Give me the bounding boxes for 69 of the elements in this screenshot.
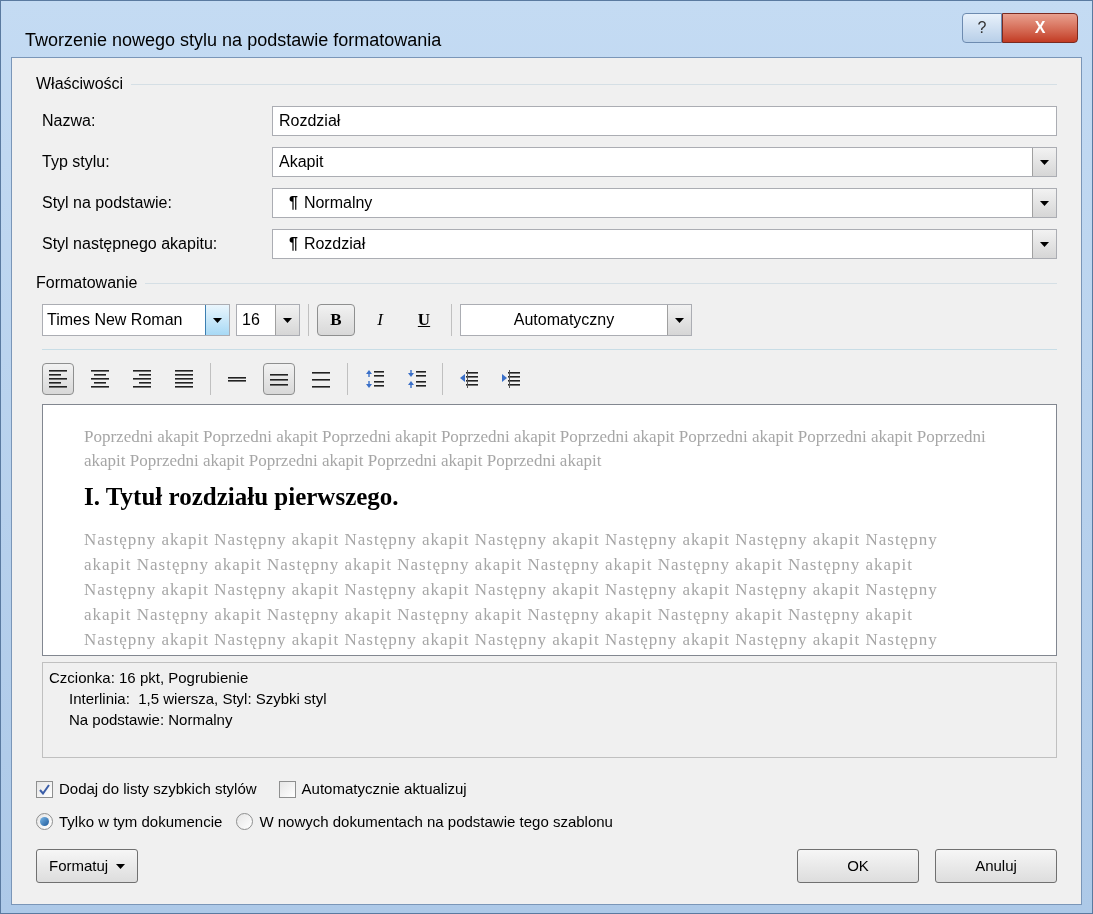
bold-button[interactable]: B xyxy=(317,304,355,336)
dropdown-button[interactable] xyxy=(205,305,229,335)
underline-button[interactable]: U xyxy=(405,304,443,336)
dropdown-value: 16 xyxy=(242,310,261,330)
check-icon xyxy=(39,783,50,795)
field-label: Styl następnego akapitu: xyxy=(42,234,219,254)
caret-icon xyxy=(213,317,222,323)
description-text: Na podstawie: Normalny xyxy=(68,710,234,730)
justify-icon xyxy=(175,370,193,388)
dropdown-value: Normalny xyxy=(303,193,373,213)
align-left-icon xyxy=(49,370,67,388)
dropdown-button[interactable] xyxy=(667,305,691,335)
dropdown-field[interactable]: ¶ Normalny xyxy=(272,188,1057,218)
cancel-button[interactable]: Anuluj xyxy=(935,849,1057,883)
checkbox[interactable] xyxy=(278,780,296,798)
italic-button[interactable]: I xyxy=(361,304,399,336)
size-dropdown[interactable]: 16 xyxy=(236,304,300,336)
preview-text: Następny akapit Następny akapit Następny akapit Następny akapit Następny akapit Następny akapit Następny akapit Następny akapit Następny akapit Następny akapit Następny akapit Następny akapit Następny akapit Następny akapit Następny akapit Następny akapit Następny akapit Następny akapit Następny akapit Następny akapit Następny akapit Następny akapit Następny akapit Następny akapit Następny akapit Następny akapit Następny akapit Następny akapit Następny akapit Następny akapit Następny akapit Następny akapit Następny xyxy=(84,529,939,651)
preview-heading: I. Tytuł rozdziału pierwszego. xyxy=(84,482,400,512)
dropdown-field[interactable]: Akapit xyxy=(272,147,1057,177)
dropdown-value: Automatyczny xyxy=(512,310,616,330)
font-dropdown[interactable]: Times New Roman xyxy=(42,304,230,336)
checkbox-label: Dodaj do listy szybkich stylów xyxy=(59,779,257,799)
radio-label: W nowych dokumentach na podstawie tego szablonu xyxy=(259,811,613,832)
caret-icon xyxy=(1040,200,1049,206)
group-heading: Właściwości xyxy=(36,74,124,94)
color-dropdown[interactable]: Automatyczny xyxy=(460,304,692,336)
dropdown-button[interactable] xyxy=(1032,230,1056,258)
field-label: Styl na podstawie: xyxy=(42,193,173,213)
caret-icon xyxy=(675,317,684,323)
window-title: Tworzenie nowego stylu na podstawie formatowania xyxy=(24,29,442,52)
dropdown-value: Akapit xyxy=(279,152,324,172)
increase-indent-icon xyxy=(502,370,520,388)
dropdown-value: Rozdział xyxy=(303,234,366,254)
format-button[interactable]: Formatuj xyxy=(36,849,139,883)
radio-button[interactable] xyxy=(236,813,254,831)
caret-icon xyxy=(283,317,292,323)
dropdown-button[interactable] xyxy=(275,305,299,335)
align-center-icon xyxy=(91,370,109,388)
description-text: Interlinia: 1,5 wiersza, Styl: Szybki styl xyxy=(68,689,328,709)
group-heading: Formatowanie xyxy=(36,273,138,293)
radio-label: Tylko w tym dokumencie xyxy=(59,811,223,832)
help-button[interactable]: ? xyxy=(962,13,1002,43)
field-label: Typ stylu: xyxy=(42,152,111,172)
line-spacing-icon xyxy=(228,376,246,382)
preview-text: Poprzedni akapit Poprzedni akapit Poprzedni akapit Poprzedni akapit Poprzedni akapit Poprzedni akapit Poprzedni akapit Poprzedni akapit Poprzedni akapit Poprzedni akapit Poprzedni akapit Poprzedni akapit xyxy=(84,426,987,472)
radio-button[interactable] xyxy=(36,813,53,831)
caret-icon xyxy=(116,863,126,869)
ok-button[interactable]: OK xyxy=(797,849,919,883)
field-label: Nazwa: xyxy=(42,111,97,131)
paragraph-spacing-icon xyxy=(406,370,426,388)
alignment-button[interactable] xyxy=(42,363,74,395)
checkbox[interactable] xyxy=(36,780,53,798)
dropdown-button[interactable] xyxy=(1032,189,1056,217)
paragraph-spacing-icon xyxy=(364,370,384,388)
line-spacing-icon xyxy=(312,370,330,388)
dropdown-value: Times New Roman xyxy=(47,310,184,330)
pilcrow-icon: ¶ xyxy=(279,232,298,256)
text-field[interactable]: Rozdział xyxy=(272,106,1057,136)
caret-icon xyxy=(1040,159,1049,165)
dropdown-button[interactable] xyxy=(1032,148,1056,176)
checkbox-label: Automatycznie aktualizuj xyxy=(301,779,467,799)
dropdown-field[interactable]: ¶ Rozdział xyxy=(272,229,1057,259)
line-spacing-button[interactable] xyxy=(263,363,295,395)
decrease-indent-icon xyxy=(460,370,478,388)
caret-icon xyxy=(1040,241,1049,247)
align-right-icon xyxy=(133,370,151,388)
pilcrow-icon: ¶ xyxy=(279,191,298,215)
description-text: Czcionka: 16 pkt, Pogrubienie xyxy=(49,668,250,688)
